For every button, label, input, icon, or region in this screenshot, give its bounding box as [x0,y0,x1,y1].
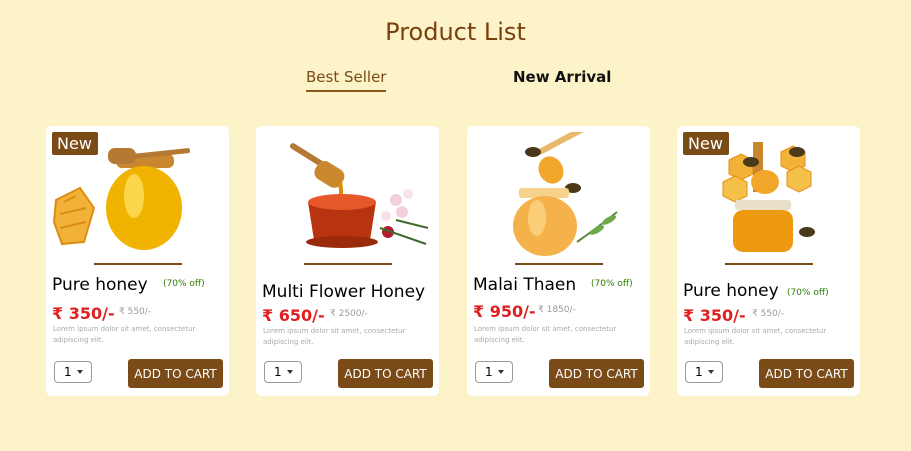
dropdown-caret-icon [77,370,83,374]
card-divider [515,263,603,265]
quantity-value: 1 [274,365,282,379]
discount-label: (70% off) [591,279,633,289]
quantity-select[interactable]: 1 [54,361,92,383]
new-badge: New [52,132,98,155]
product-name: Multi Flower Honey [262,282,426,302]
product-description: Lorem ipsum dolor sit amet, consectetur … [684,327,827,346]
quantity-select[interactable]: 1 [685,361,723,383]
product-card[interactable]: Malai Thaen (70% off) ₹ 950/- ₹ 1850/- L… [467,126,650,396]
dropdown-caret-icon [498,370,504,374]
product-card[interactable]: New Pure honey (70% off) ₹ 350/- ₹ 550/-… [677,126,860,396]
honey-jar-icon [289,143,429,248]
product-price: ₹ 650/- [262,306,325,325]
quantity-value: 1 [485,365,493,379]
product-description: Lorem ipsum dolor sit amet, consectetur … [263,327,406,346]
quantity-select[interactable]: 1 [475,361,513,383]
product-name: Pure honey [683,281,779,301]
original-price: ₹ 550/- [119,307,152,317]
quantity-value: 1 [64,365,72,379]
add-to-cart-button[interactable]: ADD TO CART [338,359,433,388]
honey-jar-icon [513,132,618,256]
add-to-cart-button[interactable]: ADD TO CART [549,359,644,388]
original-price: ₹ 550/- [752,309,785,319]
tab-bar: Best Seller New Arrival [0,68,911,98]
card-divider [94,263,182,265]
add-to-cart-button[interactable]: ADD TO CART [128,359,223,388]
product-price: ₹ 350/- [683,306,746,325]
dropdown-caret-icon [708,370,714,374]
product-card[interactable]: Multi Flower Honey ₹ 650/- ₹ 2500/- Lore… [256,126,439,396]
add-to-cart-button[interactable]: ADD TO CART [759,359,854,388]
card-divider [725,263,813,265]
product-price: ₹ 950/- [473,302,536,321]
card-divider [304,263,392,265]
product-price: ₹ 350/- [52,304,115,323]
page-title: Product List [385,18,526,46]
product-name: Malai Thaen [473,275,577,295]
dropdown-caret-icon [287,370,293,374]
quantity-select[interactable]: 1 [264,361,302,383]
quantity-value: 1 [695,365,703,379]
discount-label: (70% off) [163,279,205,289]
tab-best-seller[interactable]: Best Seller [306,68,387,92]
product-description: Lorem ipsum dolor sit amet, consectetur … [53,325,196,344]
product-card[interactable]: New Pure honey (70% off) ₹ 350/- ₹ 550/-… [46,126,229,396]
tab-new-arrival[interactable]: New Arrival [513,68,611,86]
product-name: Pure honey [52,275,148,295]
original-price: ₹ 1850/- [538,305,576,315]
original-price: ₹ 2500/- [330,309,368,319]
product-description: Lorem ipsum dolor sit amet, consectetur … [474,325,617,344]
discount-label: (70% off) [787,288,829,298]
new-badge: New [683,132,729,155]
